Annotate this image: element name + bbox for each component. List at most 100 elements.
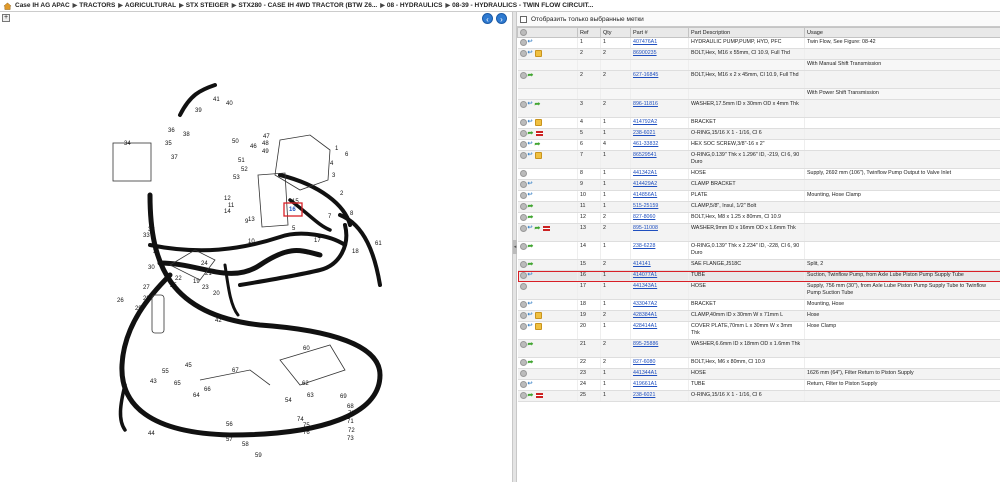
part-number-link[interactable]: 827-6080 [633,359,655,365]
package-icon[interactable] [534,323,542,330]
return-icon[interactable]: ↩ [528,39,534,46]
filter-checkbox[interactable] [520,15,527,23]
callout-label[interactable]: 62 [302,381,309,387]
callout-label[interactable]: 49 [262,149,269,155]
callout-label[interactable]: 8 [350,211,354,217]
table-row[interactable]: ➦ 5 1 238-6021 O-RING,15/16 X 1 - 1/16, Cl 6 [517,128,1000,140]
column-header-description[interactable]: Part Description [688,27,805,38]
add-to-cart-icon[interactable]: ➦ [528,214,535,221]
part-number-link[interactable]: 827-8060 [633,214,655,220]
return-icon[interactable]: ↩ [528,381,534,388]
callout-label[interactable]: 60 [303,346,310,352]
callout-label[interactable]: 69 [340,394,347,400]
info-icon[interactable] [519,225,527,232]
info-icon[interactable] [519,101,527,108]
breadcrumb-item[interactable]: STX280 - CASE IH 4WD TRACTOR (BTW Z6... [238,2,377,9]
info-icon[interactable] [519,181,527,188]
return-icon[interactable]: ↩ [528,152,534,159]
callout-label[interactable]: 4 [330,161,334,167]
callout-label[interactable]: 6 [345,152,349,158]
table-row[interactable]: ↩ 18 1 433047A2 BRACKET Mounting, Hose [517,299,1000,311]
callout-label[interactable]: 2 [340,191,344,197]
part-number-link[interactable]: 238-6021 [633,130,655,136]
callout-label[interactable]: 14 [224,209,231,215]
part-number-link[interactable]: 895-11008 [633,225,658,231]
callout-label[interactable]: 50 [232,139,239,145]
info-icon[interactable] [519,152,527,159]
callout-label[interactable]: 43 [150,379,157,385]
info-icon[interactable] [519,341,527,348]
add-to-cart-icon[interactable]: ➦ [528,261,535,268]
callout-label[interactable]: 5 [292,226,296,232]
table-row[interactable]: ↩ 24 1 419661A1 TUBE Return, Filter to Piston… [517,379,1000,391]
callout-label[interactable]: 48 [262,141,269,147]
part-number-link[interactable]: 896-11816 [633,101,658,107]
callout-label[interactable]: 71 [347,419,354,425]
breadcrumb-item[interactable]: TRACTORS [79,2,115,9]
add-to-cart-icon[interactable]: ➦ [528,392,535,399]
settings-icon[interactable] [520,29,527,36]
return-icon[interactable]: ↩ [528,301,534,308]
info-icon[interactable] [519,39,527,46]
callout-label[interactable]: 19 [193,279,200,285]
table-row[interactable]: ↩ 1 1 407476A1 HYDRAULIC PUMP,PUMP, HYD, PFC… [517,37,1000,49]
callout-label[interactable]: 53 [233,175,240,181]
package-icon[interactable] [534,152,542,159]
table-row[interactable]: ➦ 14 1 238-6228 O-RING,0.139" Thk x 2.234" I… [517,241,1000,260]
table-row[interactable]: ↩ 4 1 414792A2 BRACKET [517,117,1000,129]
callout-label[interactable]: 7 [328,214,332,220]
package-icon[interactable] [534,312,542,319]
add-to-cart-icon[interactable]: ➦ [535,141,542,148]
table-row[interactable]: ➦ 11 1 515-25159 CLAMP,5/8", Insul, 1/2" Bol… [517,201,1000,213]
return-icon[interactable]: ↩ [528,181,534,188]
callout-label[interactable]: 12 [224,196,231,202]
info-icon[interactable] [519,283,527,290]
home-icon[interactable] [3,2,12,10]
info-icon[interactable] [519,312,527,319]
callout-label[interactable]: 34 [124,141,131,147]
part-number-link[interactable]: 441344A1 [633,370,657,376]
table-row[interactable]: ↩ 19 2 428384A1 CLAMP,40mm ID x 30mm W x 71m… [517,310,1000,322]
callout-label[interactable]: 21 [205,271,212,277]
callout-label[interactable]: 64 [193,393,200,399]
breadcrumb-item[interactable]: 08 - HYDRAULICS [387,2,443,9]
add-to-cart-icon[interactable]: ➦ [528,72,535,79]
add-to-cart-icon[interactable]: ➦ [528,359,535,366]
breadcrumb-item[interactable]: 08-39 - HYDRAULICS - TWIN FLOW CIRCUIT..… [452,2,593,9]
add-to-cart-icon[interactable]: ➦ [528,130,535,137]
part-number-link[interactable]: 414077A1 [633,272,657,278]
callout-label[interactable]: 76 [303,430,310,436]
column-header-part[interactable]: Part # [630,27,689,38]
table-row-selected[interactable]: ↩ 16 1 414077A1 TUBE Suction, Twinflow Pump, … [517,270,1000,282]
callout-label[interactable]: 31 [153,249,160,255]
callout-label[interactable]: 28 [143,296,150,302]
table-row[interactable]: ➦ 2 2 627-16845 BOLT,Hex, M16 x 2 x 45mm, Cl… [517,70,1000,89]
callout-label[interactable]: 68 [347,404,354,410]
table-row[interactable]: ↩ 10 1 414856A1 PLATE Mounting, Hose Clamp [517,190,1000,202]
info-icon[interactable] [519,50,527,57]
info-icon[interactable] [519,261,527,268]
callout-label[interactable]: 13 [248,217,255,223]
add-to-cart-icon[interactable]: ➦ [528,341,535,348]
callout-label[interactable]: 30 [148,265,155,271]
part-number-link[interactable]: 86900235 [633,50,657,56]
return-icon[interactable]: ↩ [528,272,534,279]
usage-note-row[interactable]: With Manual Shift Transmission [517,59,1000,71]
callout-label[interactable]: 67 [232,368,239,374]
usage-note-row[interactable]: With Power Shift Transmission [517,88,1000,100]
callout-label[interactable]: 26 [117,298,124,304]
callout-label[interactable]: 54 [285,398,292,404]
callout-label[interactable]: 55 [162,369,169,375]
column-header-usage[interactable]: Usage [804,27,1000,38]
info-icon[interactable] [519,214,527,221]
column-header-qty[interactable]: Qty [600,27,631,38]
info-icon[interactable] [519,301,527,308]
part-number-link[interactable]: 414792A2 [633,119,657,125]
table-row[interactable]: ➦ 15 2 414141 SAE FLANGE,J518C Split, 2 [517,259,1000,271]
info-icon[interactable] [519,119,527,126]
part-number-link[interactable]: 461-33832 [633,141,658,147]
info-icon[interactable] [519,272,527,279]
part-number-link[interactable]: 441342A1 [633,170,657,176]
callout-label[interactable]: 42 [215,318,222,324]
return-icon[interactable]: ↩ [528,225,534,232]
